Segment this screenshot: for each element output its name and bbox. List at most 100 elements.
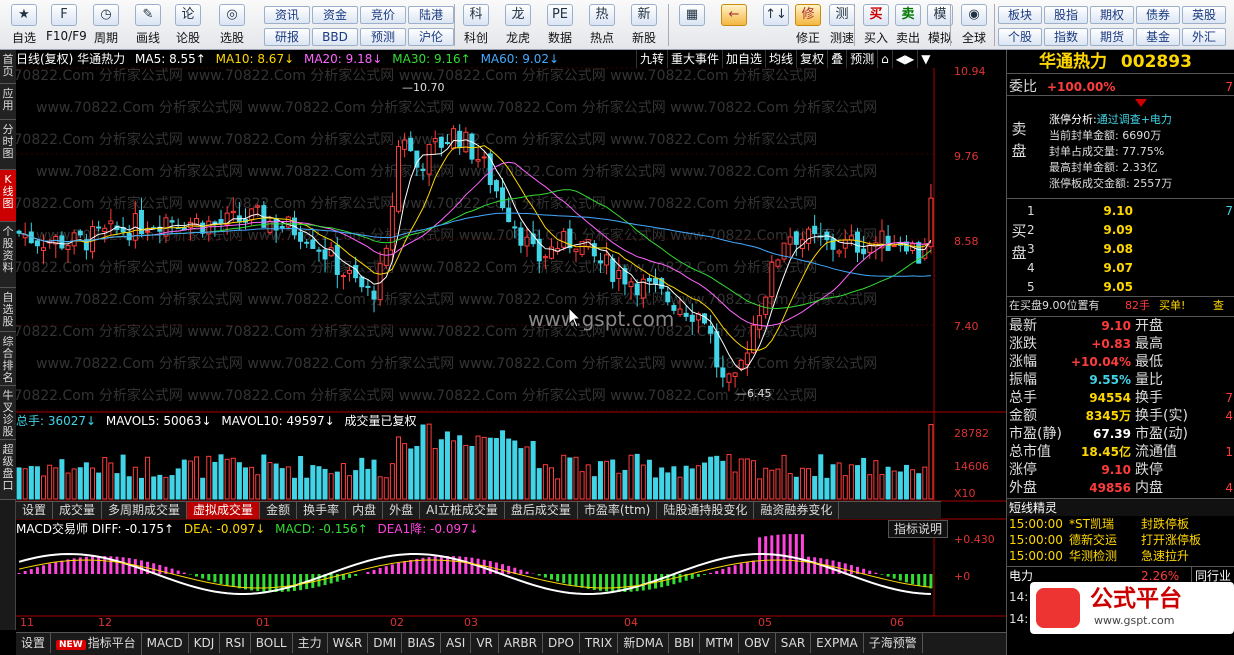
indicator-tab[interactable]: W&R <box>328 633 369 653</box>
left-nav-item[interactable]: 牛叉诊股 <box>0 386 16 440</box>
quick-link-button[interactable]: 沪伦 <box>408 28 454 46</box>
short-line-item[interactable]: 15:00:00 华测检测 急速拉升 <box>1007 548 1234 564</box>
toolbar-button[interactable]: ← <box>716 4 752 48</box>
volume-tab[interactable]: 设置 <box>16 502 54 519</box>
market-link-button[interactable]: 个股 <box>998 28 1042 46</box>
indicator-tab[interactable]: DPO <box>543 633 580 653</box>
indicator-explain-button[interactable]: 指标说明 <box>888 520 948 538</box>
chart-tool-button[interactable]: ▼ <box>917 50 933 68</box>
market-link-button[interactable]: 股指 <box>1044 6 1088 24</box>
toolbar-button[interactable]: 模模拟 <box>922 4 958 48</box>
chart-tool-button[interactable]: ⌂ <box>877 50 892 68</box>
volume-tab[interactable]: 融资融券变化 <box>754 502 840 519</box>
quick-link-button[interactable]: 陆港 <box>408 6 454 24</box>
market-link-button[interactable]: 板块 <box>998 6 1042 24</box>
buy-more[interactable]: 查 <box>1213 297 1224 315</box>
indicator-tab[interactable]: 子海预警 <box>864 633 923 653</box>
toolbar-button[interactable]: 修修正 <box>790 4 826 48</box>
indicator-tab[interactable]: TRIX <box>580 633 619 653</box>
toolbar-button[interactable]: 龙龙虎 <box>500 4 536 48</box>
toolbar-button[interactable]: 卖卖出 <box>890 4 926 48</box>
toolbar-button[interactable]: ◷ 周期 <box>88 4 124 48</box>
chart-canvas[interactable]: www.70822.Com 分析家公式网 www.70822.Com 分析家公式… <box>16 50 1006 630</box>
toolbar-button[interactable]: ◎ 选股 <box>214 4 250 48</box>
volume-tab[interactable]: 市盈率(ttm) <box>578 502 658 519</box>
toolbar-button[interactable]: 买买入 <box>858 4 894 48</box>
indicator-tab[interactable]: BIAS <box>402 633 441 653</box>
left-nav-item[interactable]: K线图 <box>0 170 16 222</box>
quick-link-button[interactable]: 研报 <box>264 28 310 46</box>
short-line-item[interactable]: 15:00:00 *ST凯瑞 封跌停板 <box>1007 516 1234 532</box>
chart-tool-button[interactable]: 预测 <box>846 50 877 68</box>
toolbar-button[interactable]: ★ 自选 <box>6 4 42 48</box>
collapse-arrow-icon[interactable] <box>1135 99 1147 107</box>
toolbar-button[interactable]: PE 数据 <box>542 4 578 48</box>
toolbar-button[interactable]: ↑↓ <box>758 4 794 48</box>
zt-reason[interactable]: 通过调查+电力 <box>1097 113 1172 126</box>
indicator-tab[interactable]: 新DMA <box>618 633 670 653</box>
indicator-tab[interactable]: MACD <box>142 633 189 653</box>
chart-tool-button[interactable]: ◀▶ <box>891 50 917 68</box>
quick-link-button[interactable]: 资讯 <box>264 6 310 24</box>
indicator-tab[interactable]: BOLL <box>251 633 293 653</box>
toolbar-button[interactable]: ▦ <box>674 4 710 48</box>
toolbar-button[interactable]: 论论股 <box>170 4 206 48</box>
indicator-tab[interactable]: ASI <box>441 633 472 653</box>
quick-link-button[interactable]: 预测 <box>360 28 406 46</box>
indicator-tab[interactable]: BBI <box>669 633 701 653</box>
indicator-tab[interactable]: VR <box>471 633 499 653</box>
indicator-tab[interactable]: 主力 <box>293 633 328 653</box>
volume-tab[interactable]: 盘后成交量 <box>505 502 578 519</box>
market-link-button[interactable]: 债券 <box>1136 6 1180 24</box>
chart-tool-button[interactable]: 复权 <box>796 50 827 68</box>
buy-single[interactable]: 买单! <box>1159 297 1185 315</box>
volume-tab[interactable]: 虚拟成交量 <box>187 502 261 519</box>
toolbar-button[interactable]: ◉ 全球 <box>956 4 992 48</box>
short-line-item[interactable]: 15:00:00 德新交运 打开涨停板 <box>1007 532 1234 548</box>
indicator-tab[interactable]: RSI <box>220 633 251 653</box>
left-nav-item[interactable]: 综合排名 <box>0 332 16 386</box>
volume-tab[interactable]: 换手率 <box>297 502 347 519</box>
chart-tool-button[interactable]: 九转 <box>636 50 667 68</box>
volume-tab[interactable]: AI立桩成交量 <box>420 502 505 519</box>
volume-tab[interactable]: 金额 <box>260 502 298 519</box>
indicator-tab[interactable]: SAR <box>776 633 812 653</box>
chart-tool-button[interactable]: 均线 <box>765 50 796 68</box>
indicator-tab[interactable]: 设置 <box>16 633 52 653</box>
quick-link-button[interactable]: 竞价 <box>360 6 406 24</box>
left-nav-item[interactable]: 首页 <box>0 50 16 84</box>
volume-tab[interactable]: 外盘 <box>383 502 421 519</box>
indicator-tab[interactable]: KDJ <box>189 633 221 653</box>
left-nav-item[interactable]: 个股资料 <box>0 222 16 288</box>
volume-tab[interactable]: 内盘 <box>346 502 384 519</box>
toolbar-button[interactable]: ✎ 画线 <box>130 4 166 48</box>
left-nav-item[interactable]: 自选股 <box>0 288 16 332</box>
chart-tool-button[interactable]: 加自选 <box>722 50 765 68</box>
market-link-button[interactable]: 期权 <box>1090 6 1134 24</box>
left-nav-item[interactable]: 应用 <box>0 84 16 120</box>
market-link-button[interactable]: 期货 <box>1090 28 1134 46</box>
market-link-button[interactable]: 外汇 <box>1182 28 1226 46</box>
indicator-tab[interactable]: DMI <box>368 633 403 653</box>
quick-link-button[interactable]: 资金 <box>312 6 358 24</box>
market-link-button[interactable]: 指数 <box>1044 28 1088 46</box>
toolbar-button[interactable]: 科科创 <box>458 4 494 48</box>
indicator-tab[interactable]: NEW 指标平台 <box>51 633 142 655</box>
chart-tool-button[interactable]: 重大事件 <box>667 50 722 68</box>
toolbar-button[interactable]: 新新股 <box>626 4 662 48</box>
volume-tab[interactable]: 成交量 <box>53 502 103 519</box>
indicator-tab[interactable]: MTM <box>700 633 740 653</box>
indicator-tab[interactable]: OBV <box>739 633 776 653</box>
volume-tab[interactable]: 陆股通持股变化 <box>657 502 755 519</box>
toolbar-button[interactable]: 热热点 <box>584 4 620 48</box>
left-nav-item[interactable]: 超级盘口 <box>0 440 16 500</box>
chart-tool-button[interactable]: 叠 <box>827 50 846 68</box>
toolbar-button[interactable]: F F10/F9 <box>46 4 87 48</box>
volume-tab[interactable]: 多周期成交量 <box>102 502 188 519</box>
left-nav-item[interactable]: 分时图 <box>0 120 16 170</box>
quick-link-button[interactable]: BBD <box>312 28 358 46</box>
indicator-tab[interactable]: ARBR <box>499 633 543 653</box>
market-link-button[interactable]: 英股 <box>1182 6 1226 24</box>
indicator-tab[interactable]: EXPMA <box>811 633 864 653</box>
market-link-button[interactable]: 基金 <box>1136 28 1180 46</box>
